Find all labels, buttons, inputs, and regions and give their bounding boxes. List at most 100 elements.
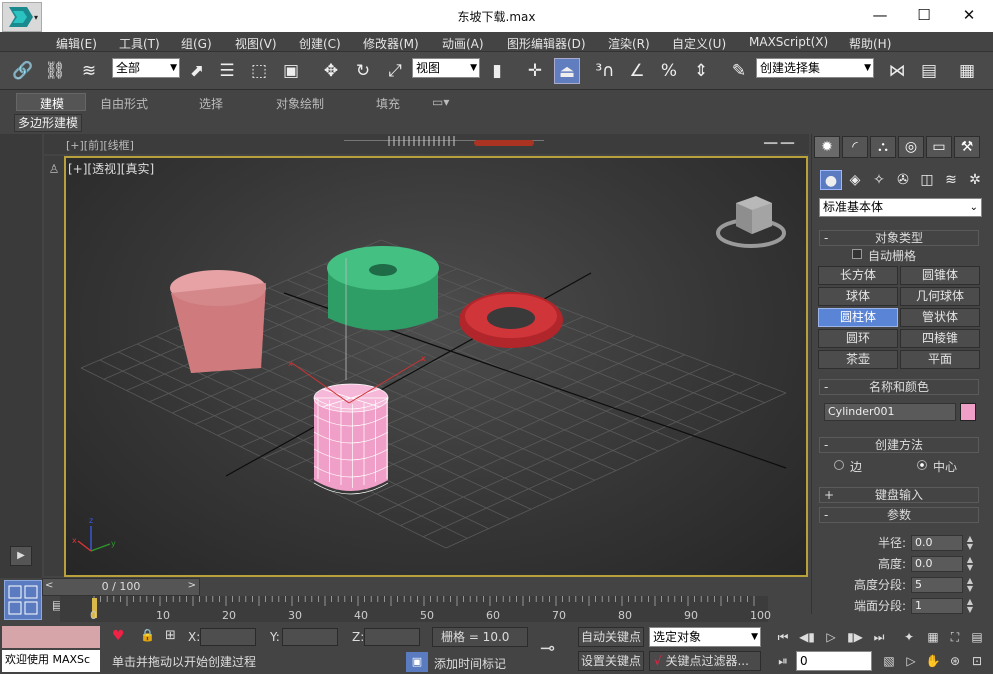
front-viewport-label[interactable]: [+][前][线框] [66,137,134,153]
object-type-button[interactable]: 管状体 [900,308,980,327]
object-type-rollout[interactable]: - 对象类型 [819,230,979,246]
menu-rendering[interactable]: 渲染(R) [608,35,650,52]
time-slider[interactable]: < 0 / 100 > [42,578,200,596]
menu-customize[interactable]: 自定义(U) [672,35,726,52]
mirror-icon[interactable]: ⋈ [884,58,910,84]
rotate-icon[interactable]: ↻ [350,58,376,84]
modify-tab-icon[interactable]: ◜ [842,136,868,158]
ribbon-tab-freeform[interactable]: 自由形式 [100,95,148,112]
object-type-button[interactable]: 圆锥体 [900,266,980,285]
edge-radio[interactable] [834,460,844,470]
object-type-button[interactable]: 圆柱体 [818,308,898,327]
move-icon[interactable]: ✥ [318,58,344,84]
slider-next-icon[interactable]: > [188,580,196,591]
selection-filter-dropdown[interactable]: 全部 ▼ [112,58,180,78]
param-spinner-field[interactable]: 1 [911,598,963,614]
spinner-arrows-icon[interactable]: ▲ ▼ [965,598,975,614]
ribbon-tab-populate[interactable]: 填充 [376,95,400,112]
layer-manager-icon[interactable]: ▦ [954,58,980,84]
scale-icon[interactable]: ⤢ [382,58,408,84]
play-icon[interactable]: ▷ [820,627,842,647]
maxscript-listener-mini[interactable] [2,626,100,648]
menu-create[interactable]: 创建(C) [299,35,341,52]
creation-method-rollout[interactable]: - 创建方法 [819,437,979,453]
poly-modeling-panel-button[interactable]: 多边形建模 [14,114,82,132]
geometry-icon[interactable]: ● [820,170,842,190]
ribbon-tab-modeling[interactable]: 建模 [40,95,64,112]
lights-icon[interactable]: ✧ [868,170,890,190]
perspective-viewport[interactable]: [+][透视][真实] x x z x y [64,156,808,577]
z-coordinate-field[interactable] [364,628,420,646]
align-icon[interactable]: ▤ [916,58,942,84]
selected-object-dropdown[interactable]: 选定对象 ▼ [649,627,761,647]
display-tab-icon[interactable]: ▭ [926,136,952,158]
create-tab-icon[interactable]: ✹ [814,136,840,158]
autogrid-checkbox[interactable] [852,249,862,259]
menu-edit[interactable]: 编辑(E) [56,35,97,52]
object-type-button[interactable]: 平面 [900,350,980,369]
object-color-swatch[interactable] [960,403,976,421]
param-spinner-field[interactable]: 0.0 [911,556,963,572]
param-spinner-field[interactable]: 5 [911,577,963,593]
spinner-arrows-icon[interactable]: ▲ ▼ [965,556,975,572]
menu-help[interactable]: 帮助(H) [849,35,891,52]
spinner-snap-icon[interactable]: ⇕ [688,58,714,84]
zoom-extents-icon[interactable]: ⛶ [944,627,966,647]
pan-icon[interactable]: ▷ [900,651,922,671]
object-name-field[interactable]: Cylinder001 [824,403,956,421]
pivot-center-icon[interactable]: ▮ [484,58,510,84]
unlink-icon[interactable]: ⛓ [42,58,68,84]
rectangle-selection-icon[interactable]: ⬚ [246,58,272,84]
auto-key-button[interactable]: 自动关键点 [578,627,644,647]
goto-end-icon[interactable]: ⏭ [868,627,890,647]
set-key-button[interactable]: 设置关键点 [578,651,644,671]
spinner-arrows-icon[interactable]: ▲ ▼ [965,535,975,551]
next-frame-icon[interactable]: ▮▶ [844,627,866,647]
menu-group[interactable]: 组(G) [181,35,212,52]
object-type-button[interactable]: 长方体 [818,266,898,285]
reference-coord-dropdown[interactable]: 视图 ▼ [412,58,480,78]
ribbon-tab-selection[interactable]: 选择 [199,95,223,112]
set-key-mode-icon[interactable]: ⊸ [540,638,555,659]
orbit-icon[interactable]: ⊛ [944,651,966,671]
object-type-button[interactable]: 圆环 [818,329,898,348]
parameters-rollout[interactable]: - 参数 [819,507,979,523]
spinner-arrows-icon[interactable]: ▲ ▼ [965,577,975,593]
object-type-button[interactable]: 球体 [818,287,898,306]
edit-named-selection-icon[interactable]: ✎ [726,58,752,84]
select-object-icon[interactable]: ⬈ [184,58,210,84]
object-type-button[interactable]: 四棱锥 [900,329,980,348]
menu-maxscript[interactable]: MAXScript(X) [749,35,828,49]
geometry-category-dropdown[interactable]: 标准基本体 ⌄ [819,198,982,217]
window-crossing-icon[interactable]: ▣ [278,58,304,84]
ribbon-tab-object-paint[interactable]: 对象绘制 [276,95,324,112]
menu-graph-editors[interactable]: 图形编辑器(D) [507,35,586,52]
y-coordinate-field[interactable] [282,628,338,646]
time-tag-icon[interactable]: ▣ [406,652,428,672]
close-button[interactable]: ✕ [946,0,992,30]
hierarchy-tab-icon[interactable]: ⛬ [870,136,896,158]
keyboard-shortcut-override-icon[interactable]: ⏏ [554,58,580,84]
menu-views[interactable]: 视图(V) [235,35,277,52]
goto-start-icon[interactable]: ⏮ [772,627,794,647]
object-type-button[interactable]: 茶壶 [818,350,898,369]
maximize-button[interactable]: ☐ [901,0,947,30]
center-radio[interactable] [917,460,927,470]
key-mode-icon[interactable]: ⏯ [772,651,794,671]
menu-tools[interactable]: 工具(T) [119,35,160,52]
minimize-button[interactable]: — [857,0,903,30]
zoom-extents-all-icon[interactable]: ▤ [966,627,988,647]
select-by-name-icon[interactable]: ☰ [214,58,240,84]
zoom-all-icon[interactable]: ▦ [922,627,944,647]
percent-snap-icon[interactable]: % [656,58,682,84]
current-frame-field[interactable]: 0 [796,651,872,671]
bind-spacewarp-icon[interactable]: ≋ [76,58,102,84]
zoom-icon[interactable]: ✦ [898,627,920,647]
param-spinner-field[interactable]: 0.0 [911,535,963,551]
helpers-icon[interactable]: ◫ [916,170,938,190]
lock-icon[interactable]: 🔒 [140,628,155,642]
field-of-view-icon[interactable]: ▧ [878,651,900,671]
select-manipulate-icon[interactable]: ✛ [522,58,548,84]
angle-snap-icon[interactable]: ∠ [624,58,650,84]
utilities-tab-icon[interactable]: ⚒ [954,136,980,158]
